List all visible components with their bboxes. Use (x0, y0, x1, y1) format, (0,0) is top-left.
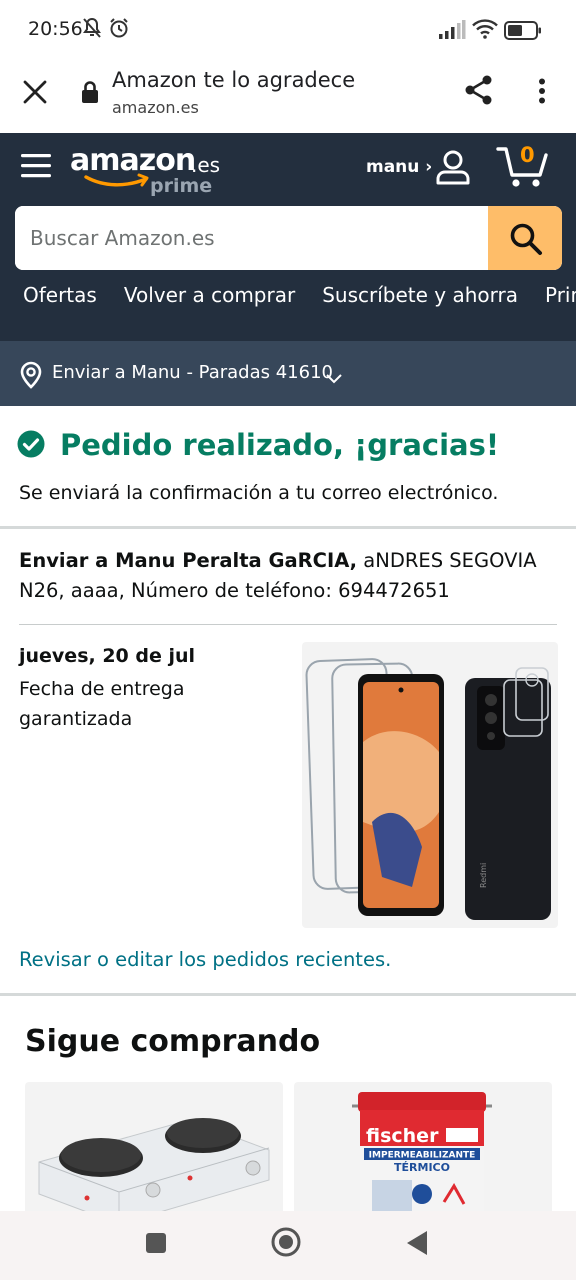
phone-screen-protector-image: Redmi (305, 658, 551, 920)
section-divider (0, 526, 576, 529)
smile-arrow-icon (84, 173, 154, 195)
logo-tld: .es (191, 153, 221, 177)
back-icon[interactable] (405, 1230, 429, 1260)
section-divider (0, 993, 576, 996)
search-bar (15, 206, 562, 270)
delivery-guarantee-note: Fecha de entrega garantizada (19, 678, 185, 730)
recommended-product-card[interactable] (25, 1082, 283, 1222)
fischer-paint-bucket-image: fischer IMPERMEABILIZANTE TÉRMICO (352, 1092, 492, 1222)
search-input[interactable] (15, 206, 488, 270)
account-user-icon[interactable] (435, 149, 471, 189)
status-bar: 20:56 (0, 0, 576, 60)
divider (19, 624, 557, 625)
phone-brand-text: Redmi (479, 863, 488, 888)
more-options-icon[interactable] (538, 78, 546, 108)
bucket-label-line1: IMPERMEABILIZANTE (369, 1151, 476, 1161)
chevron-down-icon (325, 370, 343, 389)
delivery-date: jueves, 20 de jul (19, 645, 196, 667)
page-url[interactable]: amazon.es (112, 98, 199, 117)
wifi-icon (472, 19, 498, 43)
logo-prime: prime (150, 175, 213, 197)
system-navigation-bar (0, 1211, 576, 1280)
status-time: 20:56 (28, 18, 83, 40)
battery-icon (504, 21, 542, 45)
bucket-brand-text: fischer (366, 1125, 439, 1147)
hamburger-menu-icon[interactable] (20, 150, 52, 186)
confirmation-subtext: Se enviará la confirmación a tu correo e… (19, 482, 499, 504)
delivery-location-bar[interactable]: Enviar a Manu - Paradas 41610 (0, 341, 576, 406)
shipping-address: Enviar a Manu Peralta GaRCIA, aNDRES SEG… (19, 546, 559, 606)
review-orders-link[interactable]: Revisar o editar los pedidos recientes. (19, 948, 391, 971)
nav-links: Ofertas Volver a comprar Suscríbete y ahor… (0, 283, 576, 327)
recent-apps-icon[interactable] (145, 1232, 167, 1258)
shipping-recipient: Enviar a Manu Peralta GaRCIA, (19, 549, 358, 572)
order-confirmation: Pedido realizado, ¡gracias! Se enviará l… (0, 406, 576, 526)
location-pin-icon (19, 361, 43, 393)
keep-shopping-title: Sigue comprando (25, 1024, 321, 1059)
nav-link-prime[interactable]: Prime (545, 283, 576, 307)
page-title: Amazon te lo agradece (112, 68, 356, 92)
electric-hotplate-image (38, 1118, 270, 1222)
lock-icon (80, 80, 100, 108)
nav-link-ofertas[interactable]: Ofertas (23, 283, 97, 307)
product-image[interactable]: Redmi (302, 642, 558, 928)
nav-link-suscribete[interactable]: Suscríbete y ahorra (322, 283, 518, 307)
signal-icon (438, 20, 466, 44)
cart-count: 0 (520, 143, 535, 167)
confirmation-headline: Pedido realizado, ¡gracias! (60, 428, 500, 462)
account-link-label[interactable]: manu › (366, 157, 432, 177)
home-icon[interactable] (271, 1227, 301, 1261)
search-icon (509, 222, 543, 260)
bucket-label-line2: TÉRMICO (394, 1161, 450, 1174)
share-icon[interactable] (464, 74, 494, 110)
check-circle-icon (17, 430, 45, 462)
recommended-product-card[interactable]: fischer IMPERMEABILIZANTE TÉRMICO (294, 1082, 552, 1222)
alarm-icon (108, 17, 130, 43)
bell-muted-icon (82, 17, 102, 43)
delivery-location-text: Enviar a Manu - Paradas 41610 (52, 362, 333, 383)
browser-toolbar: Amazon te lo agradece amazon.es (0, 60, 576, 133)
nav-link-volver-a-comprar[interactable]: Volver a comprar (124, 283, 295, 307)
search-button[interactable] (488, 206, 562, 270)
amazon-header: amazon .es prime manu › 0 OfertasVolver … (0, 133, 576, 341)
close-icon[interactable] (22, 79, 48, 109)
